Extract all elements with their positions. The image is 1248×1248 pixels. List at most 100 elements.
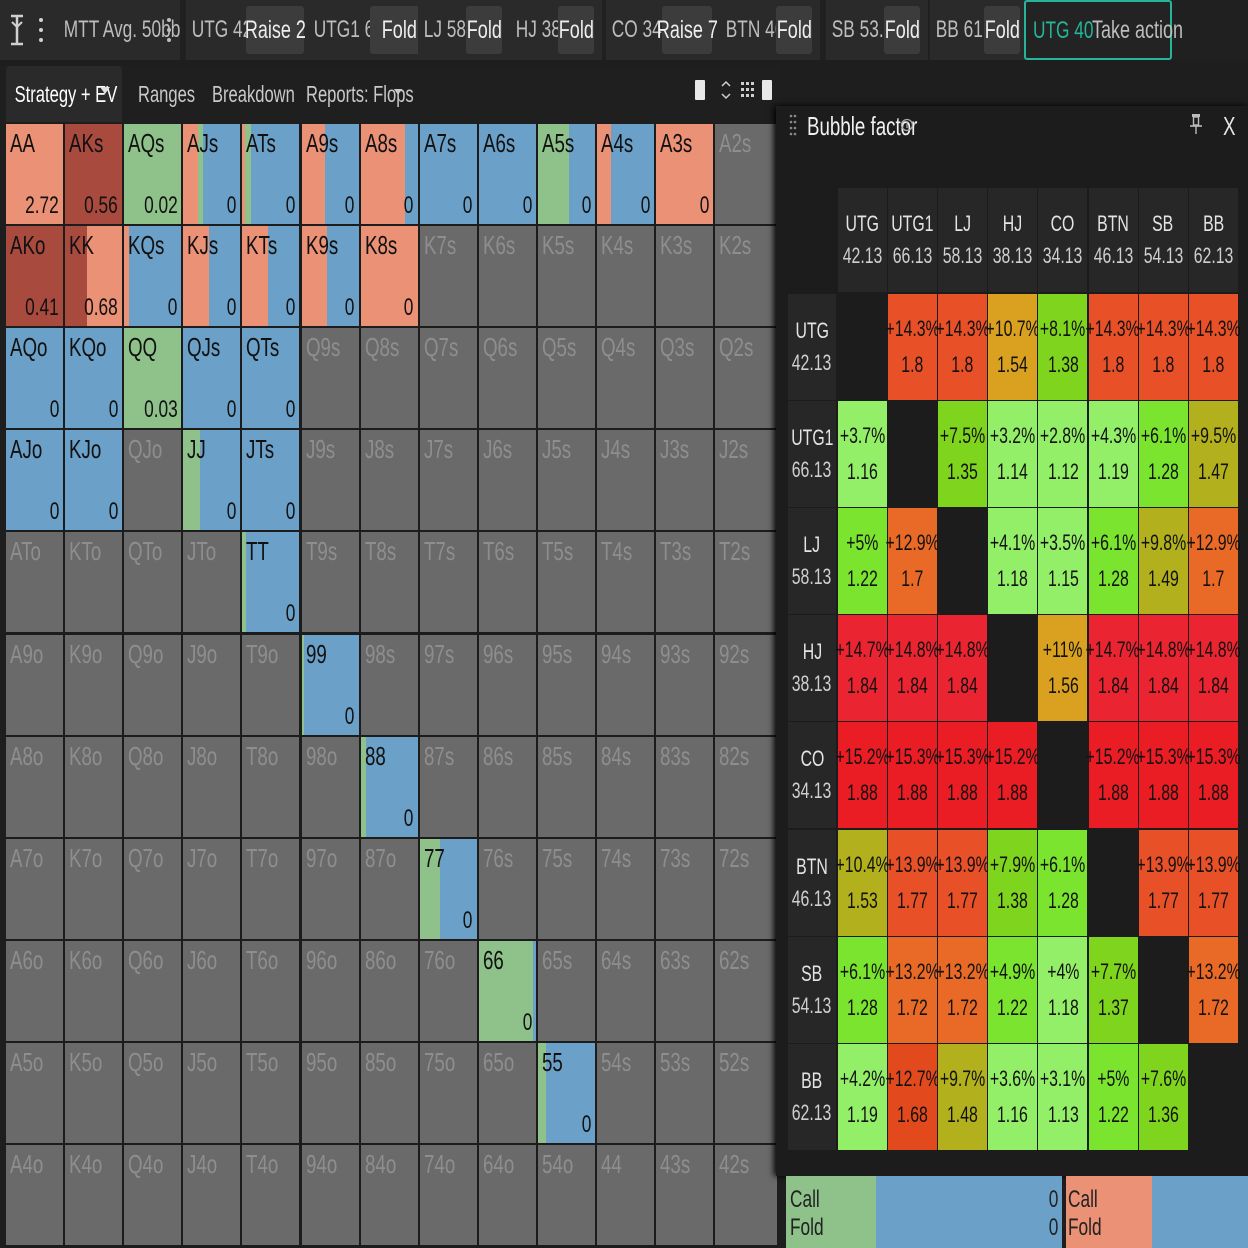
hand-cell[interactable]: AQs 0.02 (124, 124, 182, 225)
hand-cell[interactable]: Q3s (656, 328, 714, 429)
bubble-factor-cell[interactable]: +4% 1.18 (1038, 936, 1088, 1043)
hand-cell[interactable]: 95o (301, 1042, 359, 1143)
drag-handle-icon[interactable] (719, 80, 733, 100)
nav-action-button[interactable]: Fold (776, 6, 812, 54)
sort-button[interactable] (0, 0, 58, 60)
hand-cell[interactable]: J4o (183, 1145, 241, 1246)
hand-cell[interactable]: 55 0 (537, 1042, 595, 1143)
nav-position-lj[interactable]: LJ 58 Fold (418, 0, 510, 60)
bubble-factor-cell[interactable]: +4.2% 1.19 (838, 1043, 888, 1150)
hand-cell[interactable]: A4o (6, 1145, 64, 1246)
more-icon[interactable] (164, 15, 174, 45)
hand-cell[interactable]: KTs 0 (242, 226, 300, 327)
hand-cell[interactable]: 65s (537, 940, 595, 1041)
hand-cell[interactable]: J3s (656, 430, 714, 531)
bubble-factor-cell[interactable]: +3.2% 1.14 (988, 401, 1038, 508)
hand-cell[interactable]: T7o (242, 838, 300, 939)
hand-cell[interactable]: T5s (537, 532, 595, 633)
hand-cell[interactable]: AA 2.72 (6, 124, 64, 225)
hand-cell[interactable]: 44 (597, 1145, 655, 1246)
bubble-factor-cell[interactable]: +3.6% 1.16 (988, 1043, 1038, 1150)
hand-cell[interactable]: A3s 0 (656, 124, 714, 225)
tab-reports-flops[interactable]: Reports: Flops (306, 66, 416, 122)
hand-cell[interactable]: 65o (478, 1042, 536, 1143)
hand-cell[interactable]: A7o (6, 838, 64, 939)
bubble-factor-cell[interactable]: +3.5% 1.15 (1038, 508, 1088, 615)
bubble-factor-cell[interactable]: +14.8% 1.84 (886, 615, 940, 722)
hand-cell[interactable]: K8s 0 (360, 226, 418, 327)
hand-cell[interactable]: K8o (65, 736, 123, 837)
hand-cell[interactable]: T6s (478, 532, 536, 633)
hand-cell[interactable]: J9o (183, 634, 241, 735)
hand-cell[interactable]: Q9s (301, 328, 359, 429)
hand-cell[interactable]: AJo 0 (6, 430, 64, 531)
hand-cell[interactable]: 93s (656, 634, 714, 735)
nav-position-utg[interactable]: UTG 42 Raise 2 (186, 0, 312, 60)
bubble-factor-cell[interactable]: +13.9% 1.77 (1136, 829, 1190, 936)
bubble-factor-cell[interactable]: +5% 1.22 (1088, 1043, 1138, 1150)
hand-cell[interactable]: K9o (65, 634, 123, 735)
hand-cell[interactable]: J5o (183, 1042, 241, 1143)
bubble-factor-cell[interactable]: +14.3% 1.8 (1086, 294, 1140, 401)
hand-cell[interactable]: A8o (6, 736, 64, 837)
hand-cell[interactable]: 54o (537, 1145, 595, 1246)
bubble-factor-cell[interactable]: +15.3% 1.88 (936, 722, 990, 829)
nav-action-button[interactable]: Fold (558, 6, 594, 54)
bubble-factor-cell[interactable]: +6.1% 1.28 (1138, 401, 1188, 508)
hand-cell[interactable]: 42s (715, 1145, 777, 1246)
bubble-factor-cell[interactable] (938, 508, 988, 615)
hand-cell[interactable]: 96o (301, 940, 359, 1041)
hand-cell[interactable]: 66 0 (478, 940, 536, 1041)
hand-cell[interactable]: K6s (478, 226, 536, 327)
bubble-factor-cell[interactable] (838, 294, 888, 401)
hand-cell[interactable]: KQs 0 (124, 226, 182, 327)
hand-cell[interactable]: 53s (656, 1042, 714, 1143)
bubble-factor-cell[interactable]: +9.8% 1.49 (1138, 508, 1188, 615)
hand-cell[interactable]: AQo 0 (6, 328, 64, 429)
hand-cell[interactable]: T4o (242, 1145, 300, 1246)
hand-cell[interactable]: 52s (715, 1042, 777, 1143)
hand-cell[interactable]: A9o (6, 634, 64, 735)
hand-cell[interactable]: KJo 0 (65, 430, 123, 531)
hand-cell[interactable]: 97s (419, 634, 477, 735)
nav-position-sb[interactable]: SB 53.5 Fold (826, 0, 928, 60)
hand-cell[interactable]: 85s (537, 736, 595, 837)
bubble-factor-cell[interactable]: +15.3% 1.88 (1136, 722, 1190, 829)
bubble-factor-cell[interactable]: +6.1% 1.28 (838, 936, 888, 1043)
hand-cell[interactable]: QJo (124, 430, 182, 531)
hand-cell[interactable]: AKo 0.41 (6, 226, 64, 327)
drag-handle-icon[interactable] (788, 113, 798, 139)
hand-cell[interactable]: KJs 0 (183, 226, 241, 327)
hand-cell[interactable]: AJs 0 (183, 124, 241, 225)
hand-cell[interactable]: T8o (242, 736, 300, 837)
bubble-factor-cell[interactable] (1188, 1043, 1238, 1150)
grid-view-icon[interactable] (740, 81, 754, 99)
hand-cell[interactable]: JTo (183, 532, 241, 633)
hand-cell[interactable]: T3s (656, 532, 714, 633)
bubble-factor-cell[interactable] (1138, 936, 1188, 1043)
bubble-factor-cell[interactable]: +12.9% 1.7 (886, 508, 940, 615)
bubble-factor-cell[interactable]: +9.7% 1.48 (938, 1043, 988, 1150)
hand-cell[interactable]: QQ 0.03 (124, 328, 182, 429)
hand-cell[interactable]: ATs 0 (242, 124, 300, 225)
hand-cell[interactable]: 98s (360, 634, 418, 735)
hand-cell[interactable]: Q8s (360, 328, 418, 429)
hand-cell[interactable]: A8s 0 (360, 124, 418, 225)
hand-cell[interactable]: J7o (183, 838, 241, 939)
hand-cell[interactable]: QTo (124, 532, 182, 633)
bubble-factor-cell[interactable] (1088, 829, 1138, 936)
hand-cell[interactable]: A2s (715, 124, 777, 225)
hand-cell[interactable]: J4s (597, 430, 655, 531)
bubble-factor-cell[interactable]: +14.8% 1.84 (1136, 615, 1190, 722)
bubble-factor-cell[interactable]: +14.3% 1.8 (886, 294, 940, 401)
hand-cell[interactable]: 84o (360, 1145, 418, 1246)
close-button[interactable]: X (1223, 111, 1235, 142)
bubble-factor-cell[interactable]: +14.3% 1.8 (936, 294, 990, 401)
hand-cell[interactable]: 92s (715, 634, 777, 735)
hand-cell[interactable]: KQo 0 (65, 328, 123, 429)
hand-cell[interactable]: 63s (656, 940, 714, 1041)
hand-cell[interactable]: K5s (537, 226, 595, 327)
bubble-factor-cell[interactable]: +13.2% 1.72 (886, 936, 940, 1043)
bubble-factor-cell[interactable]: +14.7% 1.84 (835, 615, 890, 722)
bubble-factor-cell[interactable]: +13.2% 1.72 (936, 936, 990, 1043)
